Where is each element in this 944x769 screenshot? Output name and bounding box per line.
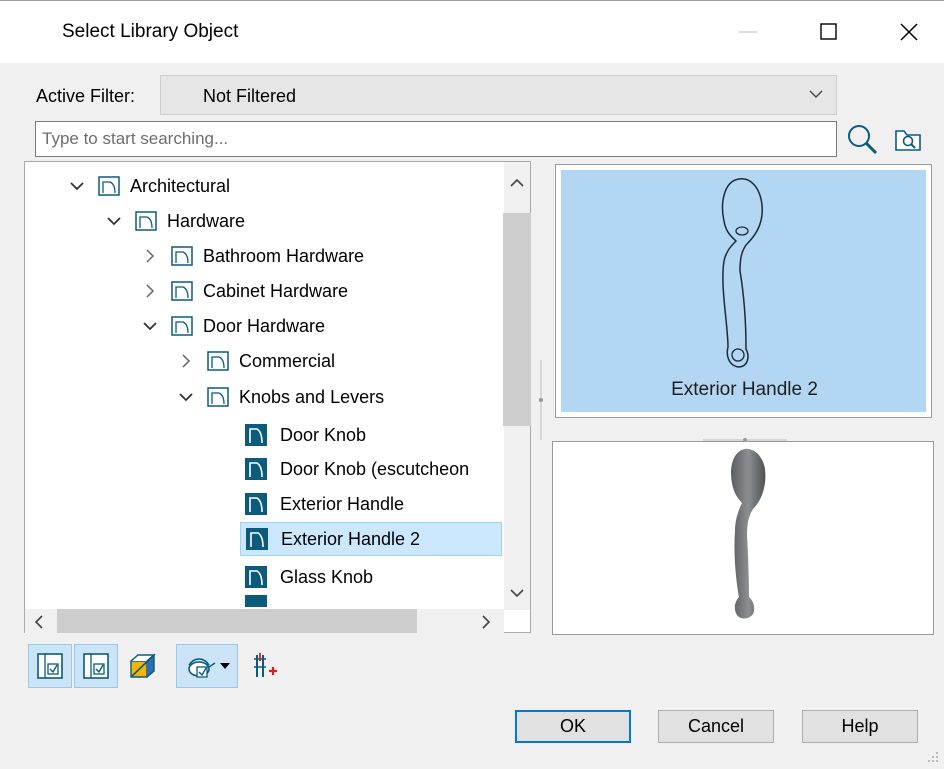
handle-plan-drawing [721,178,763,368]
3d-view-icon [130,653,156,678]
tree-item-label: Bathroom Hardware [203,245,365,266]
folder-icon [98,176,120,196]
folder-icon [171,281,193,301]
folder-icon [207,351,229,371]
window-title: Select Library Object [62,21,239,42]
add-to-library-button[interactable] [242,644,286,688]
show-3d-view-button[interactable] [120,644,164,688]
chevron-right-icon[interactable] [142,283,158,299]
preview-object-name: Exterior Handle 2 [671,379,818,400]
plan-preview: Exterior Handle 2 [555,164,932,418]
view-options-dropdown[interactable] [176,644,238,688]
tree-item-label: Commercial [239,350,336,371]
help-button[interactable]: Help [802,710,918,743]
chevron-down-icon[interactable] [178,389,194,405]
tree-item-label: Door Knob [280,424,367,445]
tree-item-label: Door Knob (escutcheon [280,458,470,479]
tree-item-architectural[interactable]: Architectural [69,169,230,203]
library-object-icon [246,528,268,550]
tree-item-hardware[interactable]: Hardware [106,204,245,238]
library-object-icon [245,566,267,588]
pane-splitter[interactable] [539,360,543,440]
chevron-right-icon[interactable] [142,248,158,264]
chevron-down-icon[interactable] [69,178,85,194]
3d-preview [552,441,934,635]
active-filter-label: Active Filter: [36,86,136,106]
resize-grip-icon[interactable] [926,748,940,769]
chevron-down-icon[interactable] [106,213,122,229]
library-object-icon [245,458,267,480]
search-icon [848,125,878,155]
tree-item-label: Glass Knob [280,566,374,587]
folder-icon [171,246,193,266]
tree-item-exterior-handle-2[interactable]: Exterior Handle 2 [240,522,502,556]
tree-item-exterior-handle[interactable]: Exterior Handle [245,487,404,521]
active-filter-value: Not Filtered [203,86,297,106]
folder-search-icon [895,130,921,151]
tree-item-label: Hardware [167,210,246,231]
folder-icon [135,211,157,231]
dropdown-arrow-icon [220,663,230,669]
tree-item-cabinet-hardware[interactable]: Cabinet Hardware [142,274,348,308]
active-filter-select[interactable]: Not Filtered [160,75,837,115]
tree-item-label: Cabinet Hardware [203,280,349,301]
tree-item-label: Knobs and Levers [239,386,385,407]
tree-item-partial[interactable] [245,595,280,607]
library-object-icon [245,493,267,515]
preview-splitter[interactable] [703,427,787,442]
tree-item-knobs-and-levers[interactable]: Knobs and Levers [178,380,384,414]
cancel-button[interactable]: Cancel [658,710,774,743]
tree-item-label: Exterior Handle [280,493,405,514]
scroll-right-icon[interactable] [480,614,492,635]
title-bar: Select Library Object [0,0,944,63]
chevron-down-icon [809,90,823,98]
tree-item-door-knob-escutcheon[interactable]: Door Knob (escutcheon [245,452,469,486]
folder-icon [207,387,229,407]
show-preview-button[interactable] [74,644,118,688]
plan-preview-area [561,170,926,412]
teapot-icon [188,658,216,678]
maximize-button[interactable] [798,1,860,63]
tree-item-door-hardware[interactable]: Door Hardware [142,309,325,343]
ok-button[interactable]: OK [515,710,631,743]
folder-icon [171,316,193,336]
tree-item-glass-knob[interactable]: Glass Knob [245,560,373,594]
tree-horizontal-scroll-thumb[interactable] [57,609,417,633]
search-input[interactable] [35,121,837,157]
show-folders-button[interactable] [28,644,72,688]
tree-vertical-scroll-thumb[interactable] [503,213,531,426]
chevron-right-icon[interactable] [178,353,194,369]
tree-item-label: Architectural [130,175,231,196]
scroll-up-icon[interactable] [509,173,525,194]
library-object-icon [245,424,267,446]
close-button[interactable] [878,1,940,63]
handle-3d-render [731,448,766,619]
library-tree[interactable]: Architectural Hardware Bathroom Hardware… [24,161,531,633]
add-library-item-icon [254,653,277,677]
tree-item-commercial[interactable]: Commercial [178,344,335,378]
search-in-folder-button[interactable] [890,121,926,157]
tree-item-label: Door Hardware [203,315,326,336]
close-icon [900,23,918,41]
library-object-icon [245,595,267,607]
tree-item-bathroom-hardware[interactable]: Bathroom Hardware [142,239,364,273]
scroll-down-icon[interactable] [509,583,525,604]
tree-item-door-knob[interactable]: Door Knob [245,418,366,452]
chevron-down-icon[interactable] [142,318,158,334]
tree-item-label: Exterior Handle 2 [281,528,421,549]
minimize-button[interactable] [718,1,780,63]
preview-pane-icon [83,653,109,679]
search-button[interactable] [842,121,882,157]
tree-view-icon [37,653,63,679]
minimize-icon [739,31,757,33]
maximize-icon [820,23,837,40]
scroll-left-icon[interactable] [33,614,45,635]
